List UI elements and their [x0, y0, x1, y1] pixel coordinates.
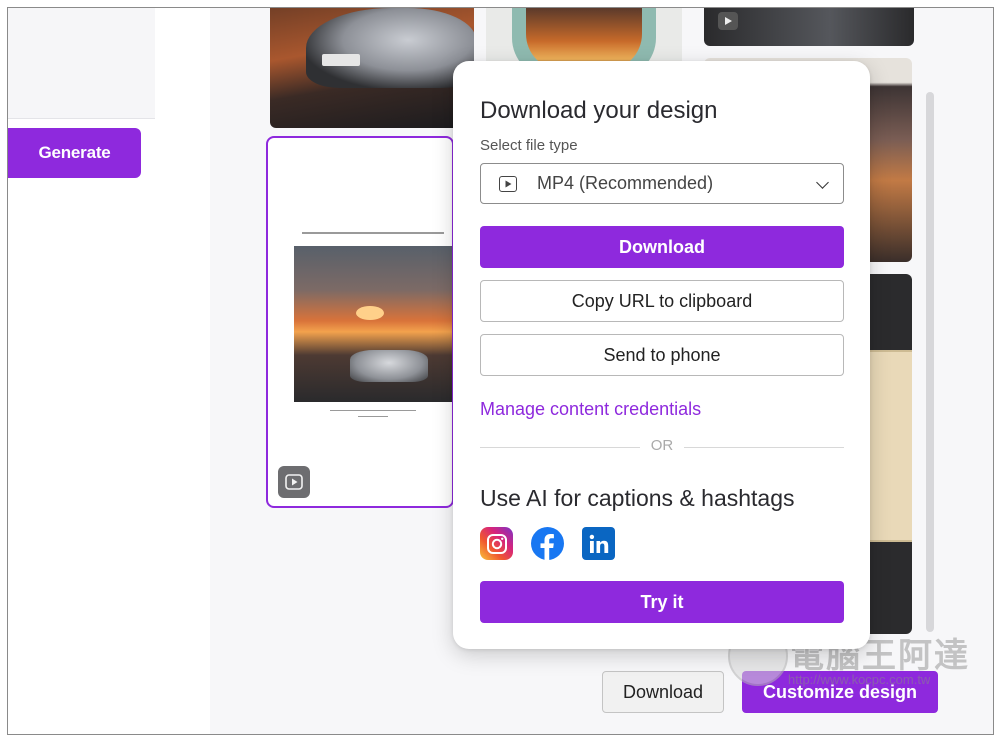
file-type-select[interactable]: MP4 (Recommended): [480, 163, 844, 204]
paper-image: [866, 350, 912, 542]
doc-sunset-car-image: [294, 246, 452, 402]
design-thumbnail-car[interactable]: [270, 8, 474, 128]
try-it-button[interactable]: Try it: [480, 581, 844, 623]
play-square-icon: [278, 466, 310, 498]
sun-shape: [356, 306, 384, 320]
doc-caption-line: [330, 410, 416, 411]
doc-caption-line-2: [358, 416, 388, 417]
file-type-value: MP4 (Recommended): [537, 173, 714, 193]
social-icons: [480, 527, 615, 560]
design-thumbnail-video[interactable]: [704, 8, 914, 46]
download-dialog: Download your design Select file type MP…: [453, 61, 870, 649]
play-square-icon: [499, 175, 517, 192]
generate-button[interactable]: Generate: [8, 128, 141, 178]
or-label: OR: [650, 437, 674, 454]
file-type-label: Select file type: [480, 137, 578, 154]
prompt-area[interactable]: [8, 8, 155, 119]
copy-url-button[interactable]: Copy URL to clipboard: [480, 280, 844, 322]
license-plate: [322, 54, 360, 66]
dialog-title: Download your design: [480, 97, 718, 124]
selected-design-card[interactable]: [266, 136, 454, 508]
car-image: [306, 8, 474, 88]
or-divider: OR: [480, 437, 844, 454]
watermark-url: http://www.kocpc.com.tw: [788, 672, 931, 687]
left-panel: Generate: [8, 8, 210, 734]
chevron-down-icon: [816, 176, 829, 189]
download-button-footer[interactable]: Download: [602, 671, 724, 713]
doc-heading-line: [302, 232, 444, 234]
instagram-icon[interactable]: [480, 527, 513, 560]
send-to-phone-button[interactable]: Send to phone: [480, 334, 844, 376]
manage-credentials-link[interactable]: Manage content credentials: [480, 399, 701, 420]
facebook-icon[interactable]: [531, 527, 564, 560]
download-button[interactable]: Download: [480, 226, 844, 268]
play-square-icon: [718, 12, 738, 30]
car-shape: [350, 350, 428, 382]
linkedin-icon[interactable]: [582, 527, 615, 560]
ai-captions-title: Use AI for captions & hashtags: [480, 485, 795, 511]
gallery-scrollbar[interactable]: [926, 92, 934, 632]
